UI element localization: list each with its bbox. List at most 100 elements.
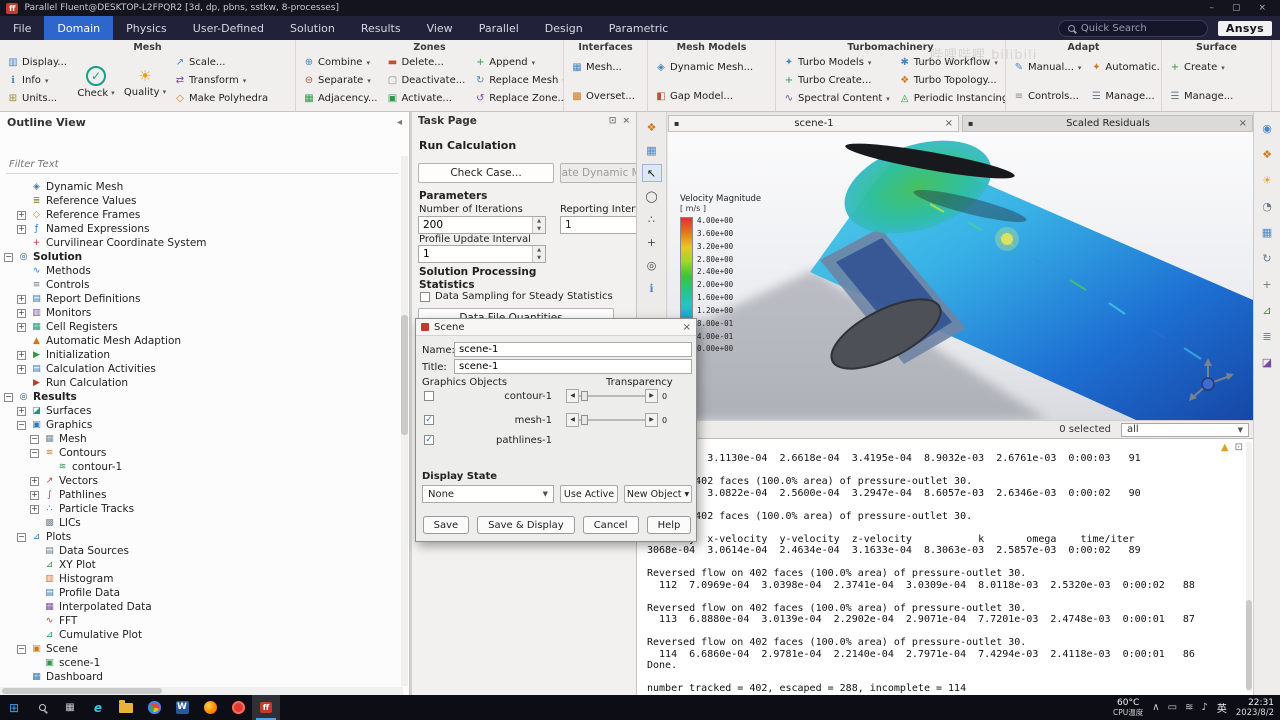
tree-item-scene[interactable]: − ▣ Scene (0, 642, 409, 656)
tree-item-profile-data[interactable]: ▤ Profile Data (0, 586, 409, 600)
close-icon[interactable]: × (945, 118, 953, 129)
transparency-decrease-icon[interactable]: ◀ (566, 389, 579, 403)
tree-item-lics[interactable]: ▩ LICs (0, 516, 409, 530)
views-icon[interactable]: ▦ (1257, 224, 1277, 240)
palette-icon[interactable]: ❖ (642, 118, 662, 136)
object-checkbox[interactable]: ✓ (424, 415, 434, 425)
menu-tab-physics[interactable]: Physics (113, 16, 180, 40)
ribbon-button-append[interactable]: + Append ▾ (471, 54, 563, 71)
minimize-icon[interactable]: – (1209, 3, 1214, 13)
pattern-icon[interactable]: ∴ (642, 210, 662, 228)
chevron-up-icon[interactable]: ∧ (1152, 702, 1159, 713)
taskbar-app-start[interactable]: ⊞ (0, 695, 28, 720)
graphics-tab-scene-1[interactable]: ▪ scene-1 × (668, 115, 959, 132)
taskbar-clock[interactable]: 22:31 2023/8/2 (1236, 698, 1274, 718)
object-checkbox[interactable] (424, 391, 434, 401)
outline-horizontal-scrollbar[interactable] (0, 687, 403, 695)
use-active-button[interactable]: Use Active (560, 485, 618, 503)
check-case-button[interactable]: Check Case... (418, 163, 554, 183)
close-icon[interactable]: × (1239, 118, 1247, 129)
reporting-interval-input[interactable]: 1 (560, 216, 636, 234)
ribbon-button-turbo-workflow[interactable]: ✱ Turbo Workflow ▾ (896, 54, 1005, 71)
ribbon-button-automatic[interactable]: ✦ Automatic... (1087, 59, 1161, 76)
ribbon-button-check[interactable]: ✓ Check ▾ (73, 54, 119, 110)
collapse-panel-icon[interactable]: ◂ (397, 117, 402, 128)
ribbon-button-quality[interactable]: ☀ Quality ▾ (122, 54, 168, 110)
menu-tab-domain[interactable]: Domain (44, 16, 114, 40)
iterations-input[interactable] (419, 217, 532, 233)
menu-tab-user-defined[interactable]: User-Defined (180, 16, 277, 40)
ribbon-button-separate[interactable]: ⊖ Separate ▾ (300, 72, 380, 89)
tree-item-cumulative-plot[interactable]: ⊿ Cumulative Plot (0, 628, 409, 642)
quick-search-input[interactable]: Quick Search (1057, 19, 1208, 37)
palette-icon[interactable]: ❖ (1257, 146, 1277, 162)
tree-item-initialization[interactable]: + ▶ Initialization (0, 348, 409, 362)
taskbar-app-firefox[interactable] (196, 695, 224, 720)
ribbon-button-controls[interactable]: ≡ Controls... (1010, 88, 1084, 105)
transparency-increase-icon[interactable]: ▶ (645, 413, 658, 427)
tree-item-controls[interactable]: ≡ Controls (0, 278, 409, 292)
display-state-dropdown[interactable]: None ▼ (422, 485, 554, 503)
popout-icon[interactable]: ⊡ (1235, 442, 1243, 453)
tree-item-surfaces[interactable]: + ◪ Surfaces (0, 404, 409, 418)
maximize-icon[interactable]: ▢ (1232, 3, 1241, 13)
tree-expander-icon[interactable]: + (17, 350, 26, 360)
close-icon[interactable]: × (1258, 3, 1266, 13)
console[interactable]: 7075e-04 3.1130e-04 2.6618e-04 3.4195e-0… (637, 438, 1253, 695)
network-icon[interactable]: ≋ (1185, 702, 1193, 713)
tree-item-cell-registers[interactable]: + ▦ Cell Registers (0, 320, 409, 334)
ribbon-button-display[interactable]: ▥ Display... (4, 54, 70, 71)
ribbon-button-overset[interactable]: ▩ Overset... (568, 88, 638, 105)
tree-expander-icon[interactable]: + (17, 322, 26, 332)
layers-icon[interactable]: ≣ (1257, 328, 1277, 344)
info-icon[interactable]: ℹ (642, 279, 662, 297)
tree-expander-icon[interactable]: + (17, 210, 26, 220)
tree-item-contour-1[interactable]: ≋ contour-1 (0, 460, 409, 474)
ribbon-button-combine[interactable]: ⊕ Combine ▾ (300, 54, 380, 71)
tree-expander-icon[interactable]: + (30, 476, 39, 486)
taskbar-app-chrome[interactable] (140, 695, 168, 720)
ribbon-button-gap-model[interactable]: ◧ Gap Model... (652, 88, 756, 105)
ribbon-button-create[interactable]: + Create ▾ (1166, 59, 1236, 76)
tree-expander-icon[interactable]: − (30, 434, 39, 444)
pointer-icon[interactable]: ↖ (641, 164, 662, 182)
tree-item-contours[interactable]: − ≋ Contours (0, 446, 409, 460)
tree-item-xy-plot[interactable]: ⊿ XY Plot (0, 558, 409, 572)
grid-icon[interactable]: ▦ (642, 141, 662, 159)
ribbon-button-adjacency[interactable]: ▦ Adjacency... (300, 90, 380, 107)
menu-tab-solution[interactable]: Solution (277, 16, 348, 40)
ribbon-button-periodic-instancing[interactable]: ◬ Periodic Instancing... (896, 90, 1005, 107)
tree-expander-icon[interactable]: + (30, 504, 39, 514)
lightbulb-icon[interactable]: ☀ (1257, 172, 1277, 188)
tree-item-data-sources[interactable]: ▤ Data Sources (0, 544, 409, 558)
volume-icon[interactable]: ♪ (1201, 702, 1207, 713)
taskbar-app-word[interactable]: W (168, 695, 196, 720)
tree-expander-icon[interactable]: − (17, 644, 26, 654)
outline-vertical-scrollbar[interactable] (401, 156, 408, 686)
chart-icon[interactable]: ⊿ (1257, 302, 1277, 318)
ime-language-indicator[interactable]: 英 (1217, 700, 1227, 715)
warning-icon[interactable]: ▲ (1221, 442, 1229, 453)
circle-select-icon[interactable]: ◯ (642, 187, 662, 205)
tree-expander-icon[interactable]: − (30, 448, 39, 458)
spin-up-icon[interactable]: ▲ (533, 246, 545, 254)
tree-item-graphics[interactable]: − ▣ Graphics (0, 418, 409, 432)
tree-item-interpolated-data[interactable]: ▦ Interpolated Data (0, 600, 409, 614)
tree-item-histogram[interactable]: ▥ Histogram (0, 572, 409, 586)
probe-icon[interactable]: ◎ (642, 256, 662, 274)
tree-item-run-calculation[interactable]: ▶ Run Calculation (0, 376, 409, 390)
orbit-icon[interactable]: ◔ (1257, 198, 1277, 214)
cancel-button[interactable]: Cancel (582, 516, 639, 534)
taskbar-app-fluent[interactable]: ff (252, 695, 280, 720)
scene-name-input[interactable] (454, 342, 692, 357)
tree-item-fft[interactable]: ∿ FFT (0, 614, 409, 628)
viewport-scene-1[interactable]: Velocity Magnitude [ m/s ] 4.00e+00 3.60e… (668, 132, 1253, 420)
tree-item-named-expressions[interactable]: + ƒ Named Expressions (0, 222, 409, 236)
tree-item-dynamic-mesh[interactable]: ◈ Dynamic Mesh (0, 180, 409, 194)
new-object-button[interactable]: New Object ▼ (624, 485, 692, 503)
object-checkbox[interactable]: ✓ (424, 435, 434, 445)
scene-dialog-titlebar[interactable]: Scene × (416, 319, 696, 336)
tree-expander-icon[interactable]: − (17, 532, 26, 542)
ribbon-button-manage[interactable]: ☰ Manage... (1166, 88, 1236, 105)
outline-filter-input[interactable] (6, 156, 398, 174)
